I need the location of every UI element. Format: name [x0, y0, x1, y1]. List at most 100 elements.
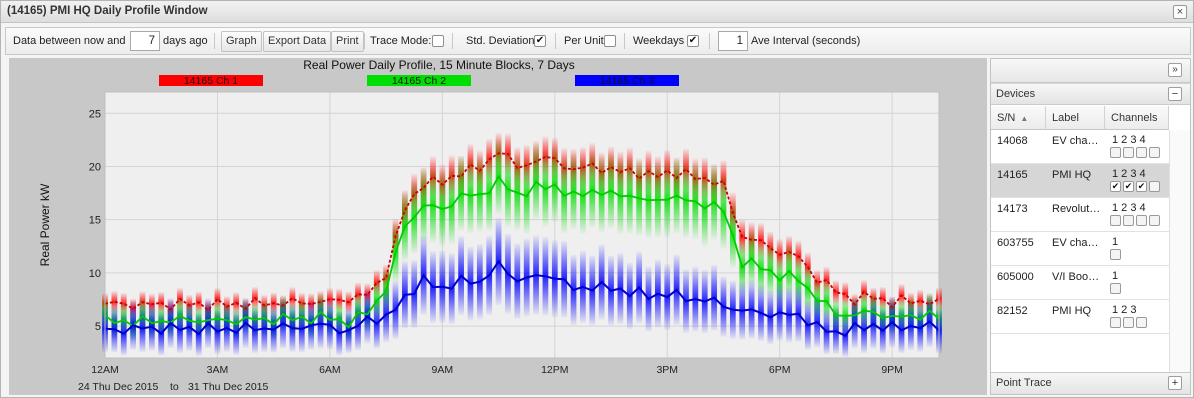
- device-channel-numbers: 1 2 3 4: [1112, 134, 1146, 146]
- x-tick-label: 9PM: [881, 364, 903, 376]
- toolbar-separator: [214, 33, 215, 49]
- device-channel-numbers: 1: [1112, 270, 1119, 282]
- x-tick-label: 12AM: [91, 364, 118, 376]
- device-row[interactable]: 82152 PMI HQ 1 2 3: [991, 300, 1169, 334]
- channel-checkbox[interactable]: ✔: [1136, 181, 1147, 192]
- device-channel-numbers: 1 2 3: [1112, 304, 1137, 316]
- device-label: PMI HQ: [1052, 305, 1092, 317]
- trace-mode-checkbox[interactable]: [432, 35, 444, 47]
- print-button[interactable]: Print: [331, 31, 364, 52]
- x-tick-label: 9AM: [432, 364, 454, 376]
- graph-button[interactable]: Graph: [221, 31, 262, 52]
- channel-checkbox[interactable]: [1123, 147, 1134, 158]
- devices-collapse-icon[interactable]: −: [1168, 87, 1182, 101]
- x-tick-label: 3AM: [207, 364, 229, 376]
- legend-entry: 14165 Ch 1: [184, 75, 238, 87]
- channel-checkbox[interactable]: [1149, 147, 1160, 158]
- channel-checkbox[interactable]: [1110, 317, 1121, 328]
- column-header-sn[interactable]: S/N ▲: [991, 106, 1046, 130]
- device-row[interactable]: 603755 EV cha… 1: [991, 232, 1169, 266]
- device-channel-numbers: 1 2 3 4: [1112, 168, 1146, 180]
- legend-entry: 14165 Ch 2: [392, 75, 446, 87]
- chart-area: Real Power Daily Profile, 15 Minute Bloc…: [9, 58, 987, 395]
- weekdays-label: Weekdays: [633, 35, 685, 47]
- y-tick-label: 5: [95, 321, 101, 333]
- plot-background: [105, 92, 939, 358]
- collapse-panel-icon[interactable]: »: [1168, 63, 1182, 77]
- x-tick-label: 3PM: [656, 364, 678, 376]
- channel-checkbox[interactable]: [1136, 317, 1147, 328]
- devices-header[interactable]: Devices −: [991, 83, 1190, 105]
- days-input[interactable]: 7: [130, 31, 160, 51]
- device-label: PMI HQ: [1052, 169, 1092, 181]
- device-label: Revolut…: [1052, 203, 1101, 215]
- channel-checkbox[interactable]: [1110, 249, 1121, 260]
- y-axis-label: Real Power kW: [38, 183, 52, 266]
- close-icon[interactable]: ×: [1173, 5, 1187, 19]
- days-ago-label: days ago: [163, 35, 208, 47]
- device-sn: 82152: [997, 305, 1028, 317]
- ave-interval-label: Ave Interval (seconds): [751, 35, 861, 47]
- weekdays-checkbox[interactable]: ✔: [687, 35, 699, 47]
- device-sn: 603755: [997, 237, 1034, 249]
- ave-interval-input[interactable]: 1: [718, 31, 748, 51]
- std-deviation-checkbox[interactable]: ✔: [534, 35, 546, 47]
- device-channel-numbers: 1 2 3 4: [1112, 202, 1146, 214]
- point-trace-header[interactable]: Point Trace +: [991, 372, 1190, 394]
- device-row[interactable]: 14173 Revolut… 1 2 3 4: [991, 198, 1169, 232]
- x-tick-label: 12PM: [541, 364, 568, 376]
- date-to: 31 Thu Dec 2015: [188, 381, 269, 393]
- trace-mode-label: Trace Mode:: [370, 35, 432, 47]
- channel-checkbox[interactable]: ✔: [1110, 181, 1121, 192]
- chart-title: Real Power Daily Profile, 15 Minute Bloc…: [303, 58, 574, 72]
- legend-entry: 14165 Ch 3: [600, 75, 654, 87]
- per-unit-label: Per Unit: [564, 35, 604, 47]
- channel-checkbox[interactable]: [1110, 147, 1121, 158]
- channel-checkbox[interactable]: [1136, 147, 1147, 158]
- x-tick-label: 6AM: [319, 364, 341, 376]
- title-bar[interactable]: (14165) PMI HQ Daily Profile Window ×: [1, 1, 1193, 23]
- y-tick-label: 15: [89, 215, 101, 227]
- channel-checkbox[interactable]: [1110, 215, 1121, 226]
- toolbar-separator: [555, 33, 556, 49]
- data-between-label: Data between now and: [13, 35, 126, 47]
- window-title: (14165) PMI HQ Daily Profile Window: [7, 5, 208, 17]
- device-label: EV cha…: [1052, 237, 1099, 249]
- device-label: EV cha…: [1052, 135, 1099, 147]
- y-tick-label: 10: [89, 268, 101, 280]
- date-to-label: to: [170, 381, 179, 393]
- std-deviation-label: Std. Deviation: [466, 35, 535, 47]
- channel-checkbox[interactable]: [1123, 317, 1134, 328]
- device-sn: 14165: [997, 169, 1028, 181]
- per-unit-checkbox[interactable]: [604, 35, 616, 47]
- column-header-channels[interactable]: Channels: [1105, 106, 1169, 130]
- devices-panel: » Devices − S/N ▲ Label Channels 14068 EV…: [990, 58, 1191, 395]
- sn-header-label: S/N: [997, 112, 1016, 124]
- device-sn: 14173: [997, 203, 1028, 215]
- point-trace-title: Point Trace: [996, 377, 1052, 389]
- panel-top-bar: »: [991, 59, 1190, 83]
- y-tick-label: 25: [89, 108, 101, 120]
- channel-checkbox[interactable]: [1123, 215, 1134, 226]
- daily-profile-chart[interactable]: Real Power Daily Profile, 15 Minute Bloc…: [9, 58, 987, 395]
- channel-checkbox[interactable]: ✔: [1123, 181, 1134, 192]
- sort-asc-icon: ▲: [1020, 114, 1029, 123]
- chart-legend: 14165 Ch 1 14165 Ch 2 14165 Ch 3: [159, 75, 679, 87]
- devices-title: Devices: [996, 88, 1036, 100]
- point-trace-expand-icon[interactable]: +: [1168, 376, 1182, 390]
- device-row[interactable]: 14068 EV cha… 1 2 3 4: [991, 130, 1169, 164]
- export-data-button[interactable]: Export Data: [263, 31, 332, 52]
- channel-checkbox[interactable]: [1149, 215, 1160, 226]
- devices-scrollbar[interactable]: [1169, 130, 1190, 376]
- toolbar-separator: [452, 33, 453, 49]
- channel-checkbox[interactable]: [1136, 215, 1147, 226]
- device-label: V/I Boo…: [1052, 271, 1100, 283]
- channel-checkbox[interactable]: [1110, 283, 1121, 294]
- channel-checkbox[interactable]: [1149, 181, 1160, 192]
- column-header-label[interactable]: Label: [1046, 106, 1105, 130]
- device-row[interactable]: 605000 V/I Boo… 1: [991, 266, 1169, 300]
- device-row[interactable]: 14165 PMI HQ 1 2 3 4 ✔ ✔ ✔: [991, 164, 1169, 198]
- toolbar-separator: [624, 33, 625, 49]
- toolbar: Data between now and 7 days ago Graph Ex…: [5, 27, 1191, 55]
- daily-profile-window: (14165) PMI HQ Daily Profile Window × Da…: [0, 0, 1194, 398]
